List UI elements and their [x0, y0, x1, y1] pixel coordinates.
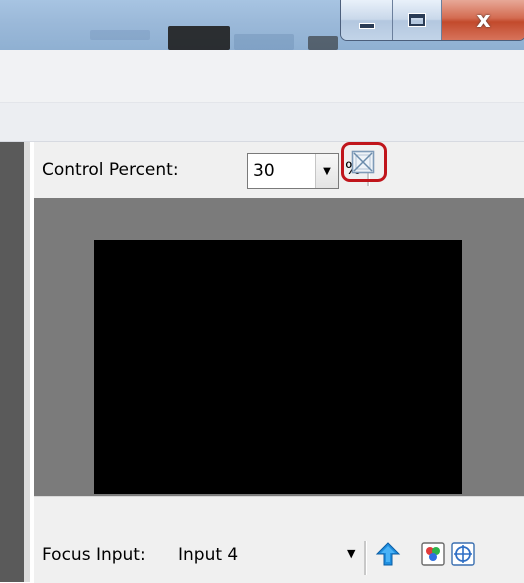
focus-input-label: Focus Input: — [42, 545, 146, 565]
taskbar-blur — [168, 26, 230, 50]
toolbar-separator — [364, 541, 367, 575]
control-percent-row: Control Percent: 30 ▼ % — [34, 142, 524, 198]
chevron-down-icon[interactable]: ▼ — [315, 154, 338, 188]
maximize-icon — [409, 14, 426, 26]
taskbar-blur — [308, 36, 338, 50]
window-controls: x — [340, 0, 524, 41]
preview-stage — [34, 198, 524, 496]
focus-input-row: Focus Input: Input 4 ▼ — [34, 496, 524, 583]
preview-panel: Control Percent: 30 ▼ % Focus Input: Inp… — [34, 142, 524, 583]
control-percent-label: Control Percent: — [42, 160, 179, 180]
move-up-icon[interactable] — [375, 541, 401, 567]
title-bar: x — [0, 0, 524, 50]
left-panel-strip — [0, 142, 30, 582]
video-preview[interactable] — [94, 240, 462, 494]
fit-to-window-icon[interactable] — [350, 149, 376, 175]
control-percent-value: 30 — [253, 161, 275, 181]
minimize-button[interactable] — [341, 0, 394, 40]
close-icon: x — [476, 7, 491, 33]
chevron-down-icon[interactable]: ▼ — [347, 547, 355, 560]
maximize-button[interactable] — [393, 0, 442, 40]
color-channels-icon[interactable] — [420, 541, 446, 567]
center-target-icon[interactable] — [450, 541, 476, 567]
minimize-icon — [359, 24, 374, 28]
focus-input-value[interactable]: Input 4 — [178, 545, 238, 565]
close-button[interactable]: x — [441, 0, 524, 40]
taskbar-blur — [234, 34, 294, 50]
control-percent-combobox[interactable]: 30 ▼ — [247, 153, 339, 189]
toolbar — [0, 103, 524, 142]
menu-bar — [0, 50, 524, 103]
taskbar-blur — [90, 30, 150, 40]
